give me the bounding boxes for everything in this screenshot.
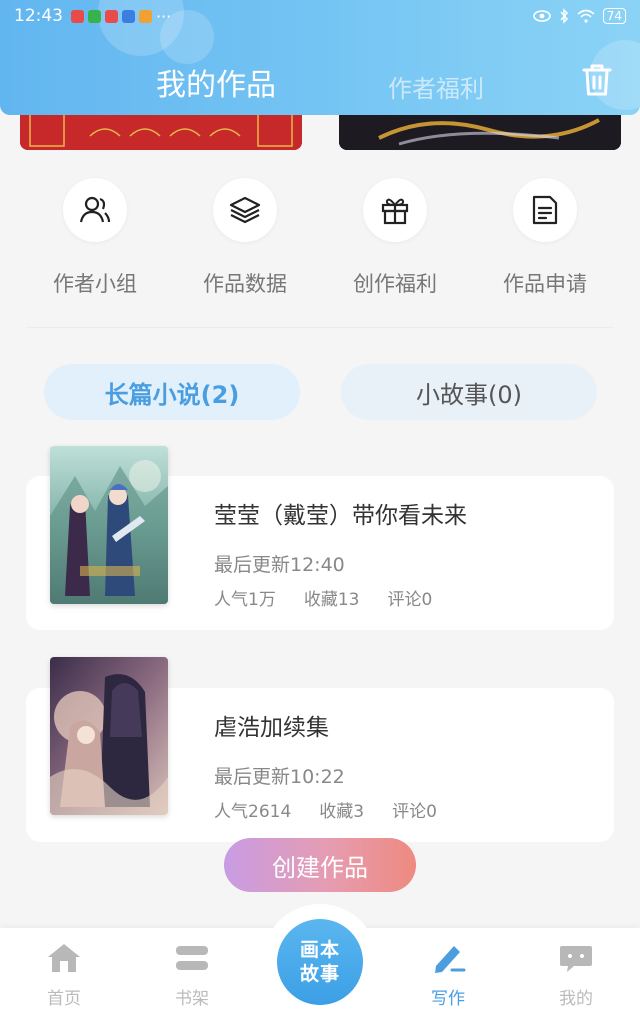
tab-author-welfare[interactable]: 作者福利 bbox=[388, 69, 484, 104]
work-cover-image[interactable] bbox=[50, 446, 168, 604]
gift-icon bbox=[381, 198, 409, 225]
work-title[interactable]: 莹莹（戴莹）带你看未来 bbox=[214, 496, 467, 530]
trash-button[interactable] bbox=[580, 62, 614, 98]
stat-popularity: 人气1万 bbox=[214, 590, 276, 610]
work-cover-image[interactable] bbox=[50, 657, 168, 815]
status-bar: 12:43 ··· 74 bbox=[0, 0, 640, 32]
center-line-1: 画本 bbox=[299, 939, 340, 961]
quick-circle bbox=[513, 178, 577, 242]
document-icon bbox=[532, 195, 558, 225]
quick-label: 作者小组 bbox=[53, 272, 137, 296]
tab-short-story[interactable]: 小故事(0) bbox=[341, 364, 597, 420]
top-header: 12:43 ··· 74 我的作品 作者福利 bbox=[0, 0, 640, 115]
tab-long-novel[interactable]: 长篇小说(2) bbox=[44, 364, 300, 420]
nav-write[interactable]: 写作 bbox=[403, 942, 493, 1009]
stat-popularity: 人气2614 bbox=[214, 802, 292, 822]
bookshelf-icon bbox=[176, 946, 208, 970]
quick-label: 作品申请 bbox=[503, 272, 587, 296]
nav-mine[interactable]: 我的 bbox=[531, 942, 621, 1009]
nav-home[interactable]: 首页 bbox=[19, 942, 109, 1009]
quick-work-application[interactable]: 作品申请 bbox=[470, 178, 620, 298]
picture-story-button[interactable]: 画本 故事 bbox=[262, 904, 378, 1020]
work-stats: 人气1万 收藏13 评论0 bbox=[214, 585, 432, 610]
bluetooth-icon bbox=[560, 8, 568, 24]
users-icon bbox=[79, 196, 111, 223]
cover-illustration bbox=[50, 657, 168, 815]
create-work-button[interactable]: 创建作品 bbox=[224, 838, 416, 892]
pencil-icon bbox=[435, 946, 466, 973]
divider bbox=[26, 327, 614, 328]
quick-label: 作品数据 bbox=[203, 272, 287, 296]
wifi-icon bbox=[577, 9, 595, 23]
tab-my-works[interactable]: 我的作品 bbox=[156, 60, 276, 104]
layers-icon bbox=[229, 196, 261, 224]
stat-comments: 评论0 bbox=[392, 802, 437, 822]
stat-favorites: 收藏13 bbox=[303, 590, 360, 610]
quick-actions: 作者小组 作品数据 创作福利 作品申请 bbox=[20, 178, 620, 308]
battery-indicator: 74 bbox=[602, 8, 626, 24]
center-line-2: 故事 bbox=[299, 963, 340, 985]
quick-circle bbox=[363, 178, 427, 242]
trash-icon bbox=[582, 64, 612, 96]
work-title[interactable]: 虐浩加续集 bbox=[214, 708, 329, 742]
quick-circle bbox=[63, 178, 127, 242]
quick-creation-welfare[interactable]: 创作福利 bbox=[320, 178, 470, 298]
quick-label: 创作福利 bbox=[353, 272, 437, 296]
work-updated: 最后更新10:22 bbox=[214, 766, 345, 788]
nav-bookshelf[interactable]: 书架 bbox=[147, 942, 237, 1009]
status-time: 12:43 bbox=[14, 6, 63, 26]
cover-illustration bbox=[50, 446, 168, 604]
work-stats: 人气2614 收藏3 评论0 bbox=[214, 797, 437, 822]
nav-label: 写作 bbox=[431, 989, 465, 1009]
nav-label: 首页 bbox=[47, 989, 81, 1009]
home-icon bbox=[48, 944, 80, 972]
quick-circle bbox=[213, 178, 277, 242]
more-notifications: ··· bbox=[156, 6, 172, 26]
nav-label: 书架 bbox=[175, 989, 209, 1009]
notification-icons: ··· bbox=[71, 7, 171, 26]
quick-work-data[interactable]: 作品数据 bbox=[170, 178, 320, 298]
chat-bubble-icon bbox=[560, 946, 592, 972]
eye-icon bbox=[532, 10, 551, 22]
stat-comments: 评论0 bbox=[387, 590, 433, 610]
picture-story-badge: 画本 故事 bbox=[277, 919, 363, 1005]
stat-favorites: 收藏3 bbox=[319, 802, 365, 822]
work-updated: 最后更新12:40 bbox=[214, 554, 345, 576]
quick-author-group[interactable]: 作者小组 bbox=[20, 178, 170, 298]
nav-label: 我的 bbox=[559, 989, 593, 1009]
